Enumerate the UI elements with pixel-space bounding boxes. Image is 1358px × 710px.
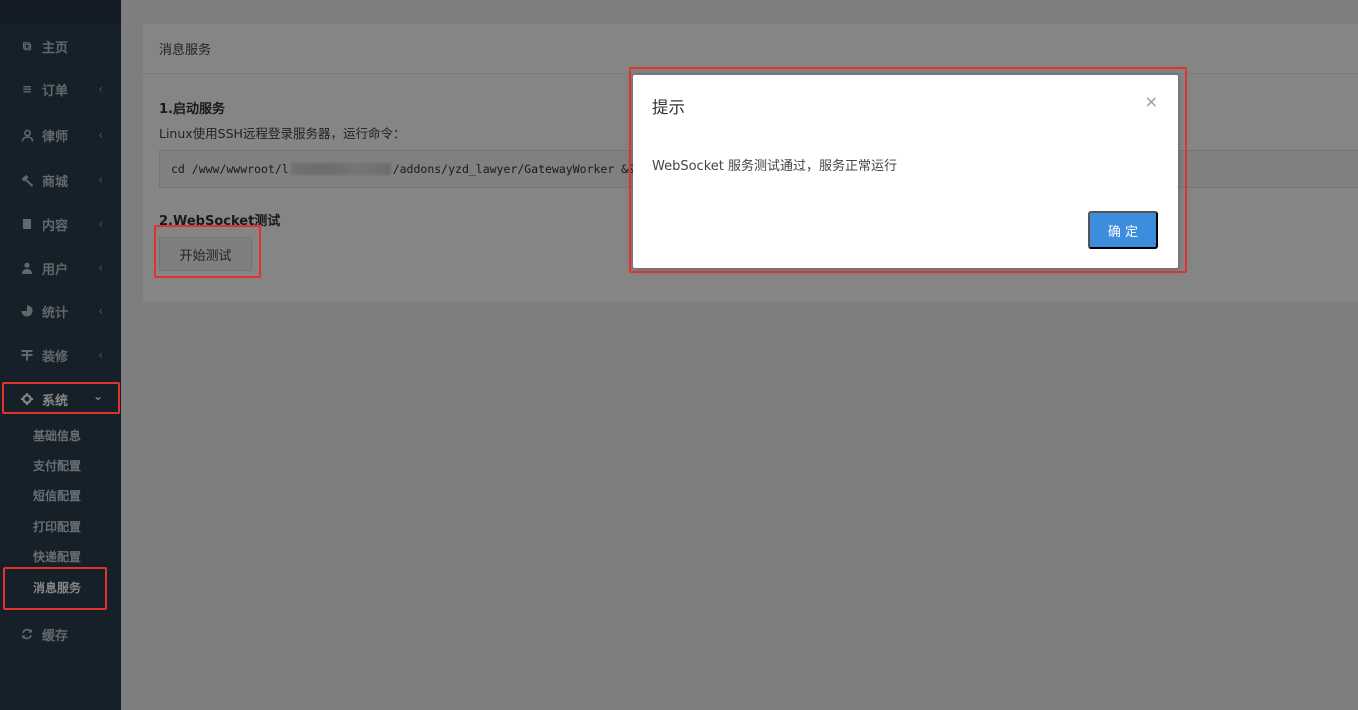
dialog-message: WebSocket 服务测试通过，服务正常运行 [652,159,897,174]
alert-dialog: 提示 × WebSocket 服务测试通过，服务正常运行 确 定 [633,75,1178,268]
dialog-title: 提示 [652,98,685,117]
confirm-button[interactable]: 确 定 [1088,211,1158,249]
close-icon[interactable]: × [1145,94,1158,110]
